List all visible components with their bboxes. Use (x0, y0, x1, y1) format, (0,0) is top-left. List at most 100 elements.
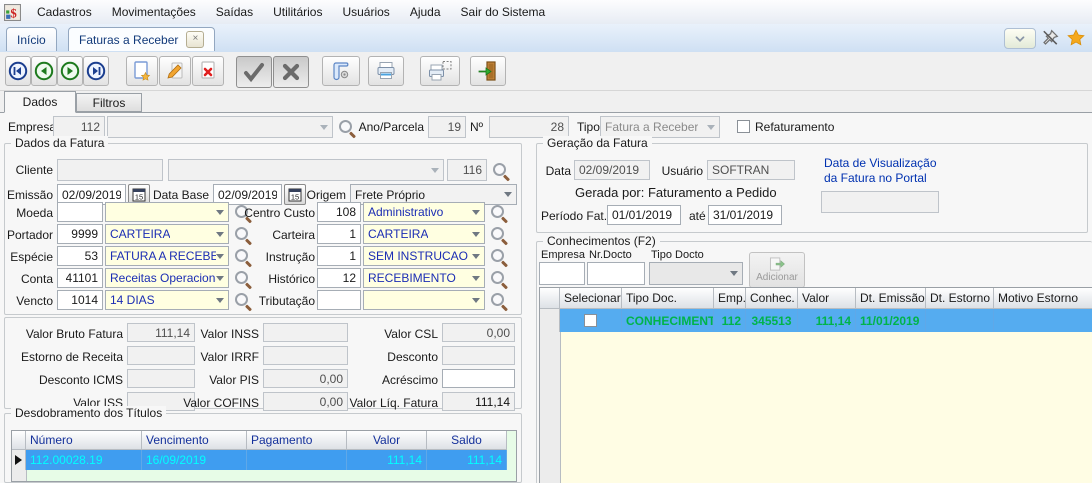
carteira-search-icon[interactable] (489, 225, 508, 244)
conhecimentos-grid: Selecionar Tipo Doc. Emp. Conhec. Valor … (539, 287, 1092, 483)
conhec-tipodocto-combo[interactable] (649, 262, 743, 285)
instrucao-search-icon[interactable] (489, 247, 508, 266)
menu-ajuda[interactable]: Ajuda (400, 1, 451, 23)
menu-bar: $ Cadastros Movimentações Saídas Utilitá… (0, 0, 1092, 25)
svg-text:15: 15 (291, 192, 299, 201)
historico-search-icon[interactable] (489, 269, 508, 288)
tab-dados[interactable]: Dados (4, 91, 76, 113)
portador-code-field[interactable]: 9999 (57, 224, 103, 244)
menu-sair[interactable]: Sair do Sistema (451, 1, 556, 23)
refaturamento-label: Refaturamento (755, 120, 834, 134)
conhec-nrdocto-input[interactable] (587, 262, 645, 285)
historico-code-field[interactable]: 12 (317, 268, 361, 288)
favorite-button[interactable] (1066, 28, 1086, 48)
close-tab-icon[interactable]: × (186, 31, 204, 48)
col-dt-estorno: Dt. Estorno (926, 288, 994, 309)
app-window: $ Cadastros Movimentações Saídas Utilitá… (0, 0, 1092, 483)
col-vencimento: Vencimento (142, 431, 247, 450)
valor-cofins-label: Valor COFINS (155, 396, 259, 410)
moeda-code-field[interactable] (57, 202, 103, 222)
pin-slash-icon (1041, 29, 1059, 47)
moeda-combo[interactable] (105, 202, 229, 222)
tab-filtros[interactable]: Filtros (76, 93, 142, 112)
conta-combo[interactable]: Receitas Operacionais (105, 268, 229, 288)
valor-irrf-label: Valor IRRF (155, 350, 259, 364)
especie-combo[interactable]: FATURA A RECEBER (105, 246, 229, 266)
menu-usuarios[interactable]: Usuários (332, 1, 399, 23)
cancel-button[interactable] (273, 56, 309, 88)
tab-list-chevron-button[interactable] (1004, 28, 1036, 49)
nav-first-button[interactable] (5, 56, 31, 86)
conhecimentos-title: Conhecimentos (F2) (543, 234, 660, 248)
toolbar (0, 52, 1092, 91)
conta-code-field[interactable]: 41101 (57, 268, 103, 288)
cell-dt-estorno (926, 309, 994, 332)
menu-saidas[interactable]: Saídas (206, 1, 263, 23)
carteira-code-field[interactable]: 1 (317, 224, 361, 244)
instrucao-combo[interactable]: SEM INSTRUCAO (363, 246, 485, 266)
tributacao-search-icon[interactable] (489, 291, 508, 310)
acrescimo-field[interactable] (442, 369, 515, 388)
conhec-empresa-input[interactable] (539, 262, 585, 285)
instrucao-code-field[interactable]: 1 (317, 246, 361, 266)
empresa-label: Empresa (8, 120, 56, 134)
desdobramento-title: Desdobramento dos Títulos (11, 406, 166, 420)
current-row-arrow-icon (15, 455, 22, 465)
desdobramento-selected-row[interactable]: 112.00028.19 16/09/2019 111,14 111,14 (12, 450, 507, 470)
vencto-combo[interactable]: 14 DIAS (105, 290, 229, 310)
adicionar-button[interactable]: Adicionar (749, 252, 805, 288)
col-valor: Valor (347, 431, 427, 450)
nav-prev-button[interactable] (31, 56, 57, 86)
refaturamento-checkbox[interactable] (737, 120, 750, 133)
periodo-fim-field[interactable]: 31/01/2019 (708, 205, 782, 225)
tab-faturas-label: Faturas a Receber (79, 33, 178, 47)
historico-combo[interactable]: RECEBIMENTO (363, 268, 485, 288)
edit-record-button[interactable] (159, 56, 191, 86)
tributacao-combo[interactable] (363, 290, 485, 310)
cliente-search-icon[interactable] (491, 161, 510, 180)
conta-label: Conta (5, 272, 53, 286)
tributacao-code-field[interactable] (317, 290, 361, 310)
chevron-down-icon (472, 298, 480, 303)
chevron-down-icon (707, 125, 715, 130)
menu-cadastros[interactable]: Cadastros (27, 1, 102, 23)
exit-button[interactable] (470, 56, 506, 86)
vencto-code-field[interactable]: 1014 (57, 290, 103, 310)
conhecimentos-group: Conhecimentos (F2) Empresa Nr.Docto Tipo… (536, 241, 1092, 483)
nav-next-button[interactable] (57, 56, 83, 86)
delete-record-button[interactable] (192, 56, 224, 86)
centro-custo-code-field[interactable]: 108 (317, 202, 361, 222)
periodo-inicio-field[interactable]: 01/01/2019 (607, 205, 681, 225)
centro-custo-combo[interactable]: Administrativo (363, 202, 485, 222)
chevron-down-icon (216, 254, 224, 259)
menu-movimentacoes[interactable]: Movimentações (102, 1, 206, 23)
new-record-button[interactable] (126, 56, 158, 86)
carteira-label: Carteira (241, 228, 315, 242)
menu-utilitarios[interactable]: Utilitários (263, 1, 332, 23)
tab-faturas-a-receber[interactable]: Faturas a Receber × (68, 27, 215, 51)
confirm-button[interactable] (236, 56, 272, 88)
chevron-down-icon (472, 232, 480, 237)
selecionar-checkbox[interactable] (584, 314, 597, 327)
nav-last-button[interactable] (83, 56, 109, 86)
adicionar-label: Adicionar (756, 272, 798, 283)
valor-bruto-label: Valor Bruto Fatura (13, 327, 123, 341)
report-script-button[interactable] (322, 56, 360, 86)
tab-inicio[interactable]: Início (6, 27, 57, 51)
especie-code-field[interactable]: 53 (57, 246, 103, 266)
origem-label: Origem (302, 188, 346, 202)
print-preview-button[interactable] (420, 56, 460, 86)
portador-combo[interactable]: CARTEIRA (105, 224, 229, 244)
geracao-fatura-title: Geração da Fatura (543, 136, 652, 150)
centro-custo-search-icon[interactable] (489, 203, 508, 222)
nav-prev-icon (34, 61, 54, 81)
chevron-down-icon (472, 276, 480, 281)
print-button[interactable] (368, 56, 404, 86)
cell-selecionar (560, 309, 622, 332)
conhecimento-selected-row[interactable]: CONHECIMENTO 112 345513 111,14 11/01/201… (540, 309, 1092, 332)
emissao-label: Emissão (5, 188, 53, 202)
pin-toggle-button[interactable] (1040, 28, 1060, 48)
print-preview-icon (428, 60, 452, 82)
carteira-combo[interactable]: CARTEIRA (363, 224, 485, 244)
ate-label: até (689, 209, 706, 223)
